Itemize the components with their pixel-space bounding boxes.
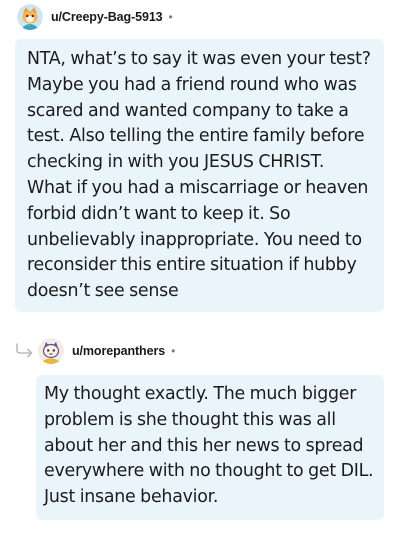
comment-1-bubble: NTA, what’s to say it was even your test… (15, 39, 384, 312)
comment-2-body: My thought exactly. The much bigger prob… (44, 384, 374, 508)
comment-2-bubble: My thought exactly. The much bigger prob… (36, 375, 384, 520)
comment-1: u/Creepy-Bag-5913 • NTA, what’s to say i… (0, 0, 400, 320)
comment-1-username[interactable]: u/Creepy-Bag-5913 (51, 10, 163, 24)
comment-1-separator: • (168, 10, 173, 24)
comment-2-header: u/morepanthers • (38, 337, 175, 365)
comment-2-separator: • (171, 344, 176, 358)
comment-1-header: u/Creepy-Bag-5913 • (17, 3, 173, 31)
reply-arrow-icon (14, 342, 36, 362)
comment-2: u/morepanthers • My thought exactly. The… (0, 330, 400, 536)
comment-2-username[interactable]: u/morepanthers (72, 344, 165, 358)
avatar-fox-icon[interactable] (17, 4, 43, 30)
avatar-panther-icon[interactable] (38, 338, 64, 364)
comment-1-body: NTA, what’s to say it was even your test… (27, 49, 371, 302)
